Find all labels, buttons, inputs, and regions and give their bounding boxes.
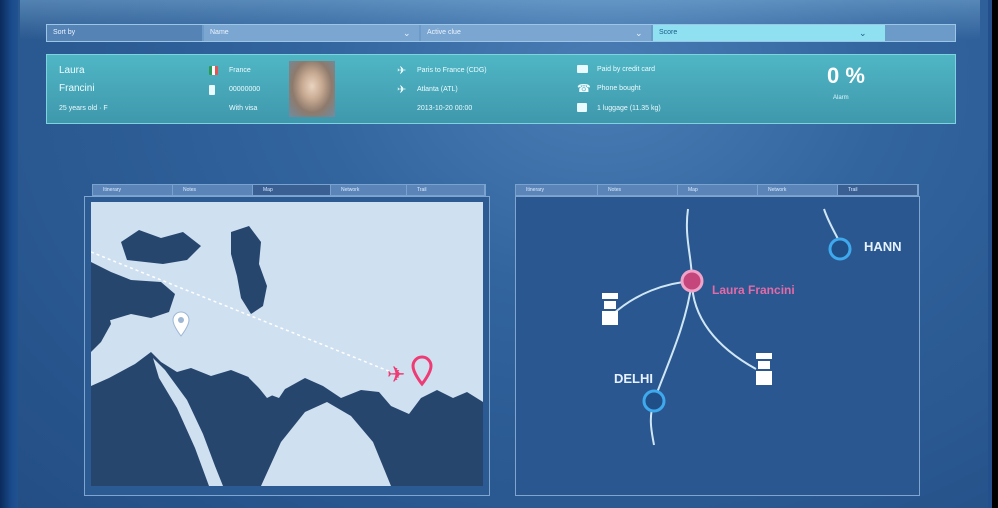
- chevron-down-icon[interactable]: ⌄: [403, 25, 411, 41]
- phone-status: Phone bought: [597, 85, 641, 92]
- tab-trail[interactable]: Trail: [838, 185, 918, 195]
- score-label: Alarm: [833, 95, 849, 101]
- plane-icon: ✈: [397, 84, 407, 96]
- sort-field-clue[interactable]: Active clue: [421, 25, 651, 41]
- tab-itinerary[interactable]: Itinerary: [93, 185, 173, 195]
- phone-icon: [209, 85, 215, 95]
- document-number: 00000000: [229, 86, 261, 93]
- flight-route: Paris to France (CDG): [417, 67, 487, 74]
- pin-icon[interactable]: [411, 355, 433, 387]
- network-graph: [602, 208, 852, 446]
- nationality: France: [229, 67, 251, 74]
- flight-arrival: Atlanta (ATL): [417, 86, 458, 93]
- landmass: [231, 226, 267, 314]
- sort-field-name[interactable]: Name: [204, 25, 419, 41]
- score-percent: 0 %: [827, 63, 865, 88]
- app-window: Sort by Name ⌄ Active clue ⌄ Score ⌄ Lau…: [0, 0, 998, 508]
- flight-datetime: 2013-10-20 00:00: [417, 105, 473, 112]
- phone-icon: ☎: [577, 83, 591, 95]
- passenger-photo: [289, 61, 335, 117]
- left-panel-tabs: Itinerary Notes Map Network Trail: [92, 184, 486, 196]
- pin-dot: [178, 317, 184, 323]
- sort-field-score[interactable]: Score: [653, 25, 885, 41]
- passenger-info-panel[interactable]: Laura Francini 25 years old · F France 0…: [46, 54, 956, 124]
- plane-icon: ✈: [397, 65, 407, 77]
- sort-label: Sort by: [47, 25, 202, 41]
- tab-network[interactable]: Network: [331, 185, 407, 195]
- tab-map[interactable]: Map: [253, 185, 331, 195]
- tab-trail[interactable]: Trail: [407, 185, 485, 195]
- map-view[interactable]: ✈: [91, 202, 483, 486]
- edge-bar: [992, 0, 998, 508]
- luggage-info: 1 luggage (11.35 kg): [597, 105, 661, 112]
- tab-network[interactable]: Network: [758, 185, 838, 195]
- plane-icon: ✈: [387, 363, 405, 388]
- edge: [649, 280, 693, 446]
- node-label-delhi: DELHI: [614, 371, 653, 386]
- officer-icon[interactable]: [602, 293, 618, 325]
- edge: [611, 280, 693, 316]
- flag-icon: [209, 66, 218, 75]
- passenger-last-name: Francini: [59, 83, 95, 94]
- tab-map[interactable]: Map: [678, 185, 758, 195]
- map-graphic: ✈: [91, 226, 483, 486]
- network-panel: Laura Francini DELHI HANN: [515, 196, 920, 496]
- node-delhi[interactable]: [642, 389, 666, 413]
- card-icon: [577, 65, 588, 73]
- passenger-first-name: Laura: [59, 65, 85, 76]
- right-panel-tabs: Itinerary Notes Map Network Trail: [515, 184, 919, 196]
- node-hann[interactable]: [828, 237, 852, 261]
- node-label-center: Laura Francini: [712, 283, 795, 297]
- node-label-hann: HANN: [864, 239, 902, 254]
- chevron-down-icon[interactable]: ⌄: [635, 25, 643, 41]
- tab-notes[interactable]: Notes: [173, 185, 253, 195]
- passenger-age: 25 years old · F: [59, 105, 108, 112]
- edge: [823, 208, 839, 240]
- visa-status: With visa: [229, 105, 258, 112]
- chevron-down-icon[interactable]: ⌄: [859, 25, 867, 41]
- tab-notes[interactable]: Notes: [598, 185, 678, 195]
- sort-bar: Sort by Name ⌄ Active clue ⌄ Score ⌄: [46, 24, 956, 42]
- landmass: [121, 230, 201, 264]
- tab-itinerary[interactable]: Itinerary: [516, 185, 598, 195]
- node-center[interactable]: [680, 269, 704, 293]
- luggage-icon: [577, 103, 587, 112]
- pin-icon[interactable]: [172, 311, 190, 337]
- payment-method: Paid by credit card: [597, 66, 655, 73]
- officer-icon[interactable]: [756, 353, 772, 385]
